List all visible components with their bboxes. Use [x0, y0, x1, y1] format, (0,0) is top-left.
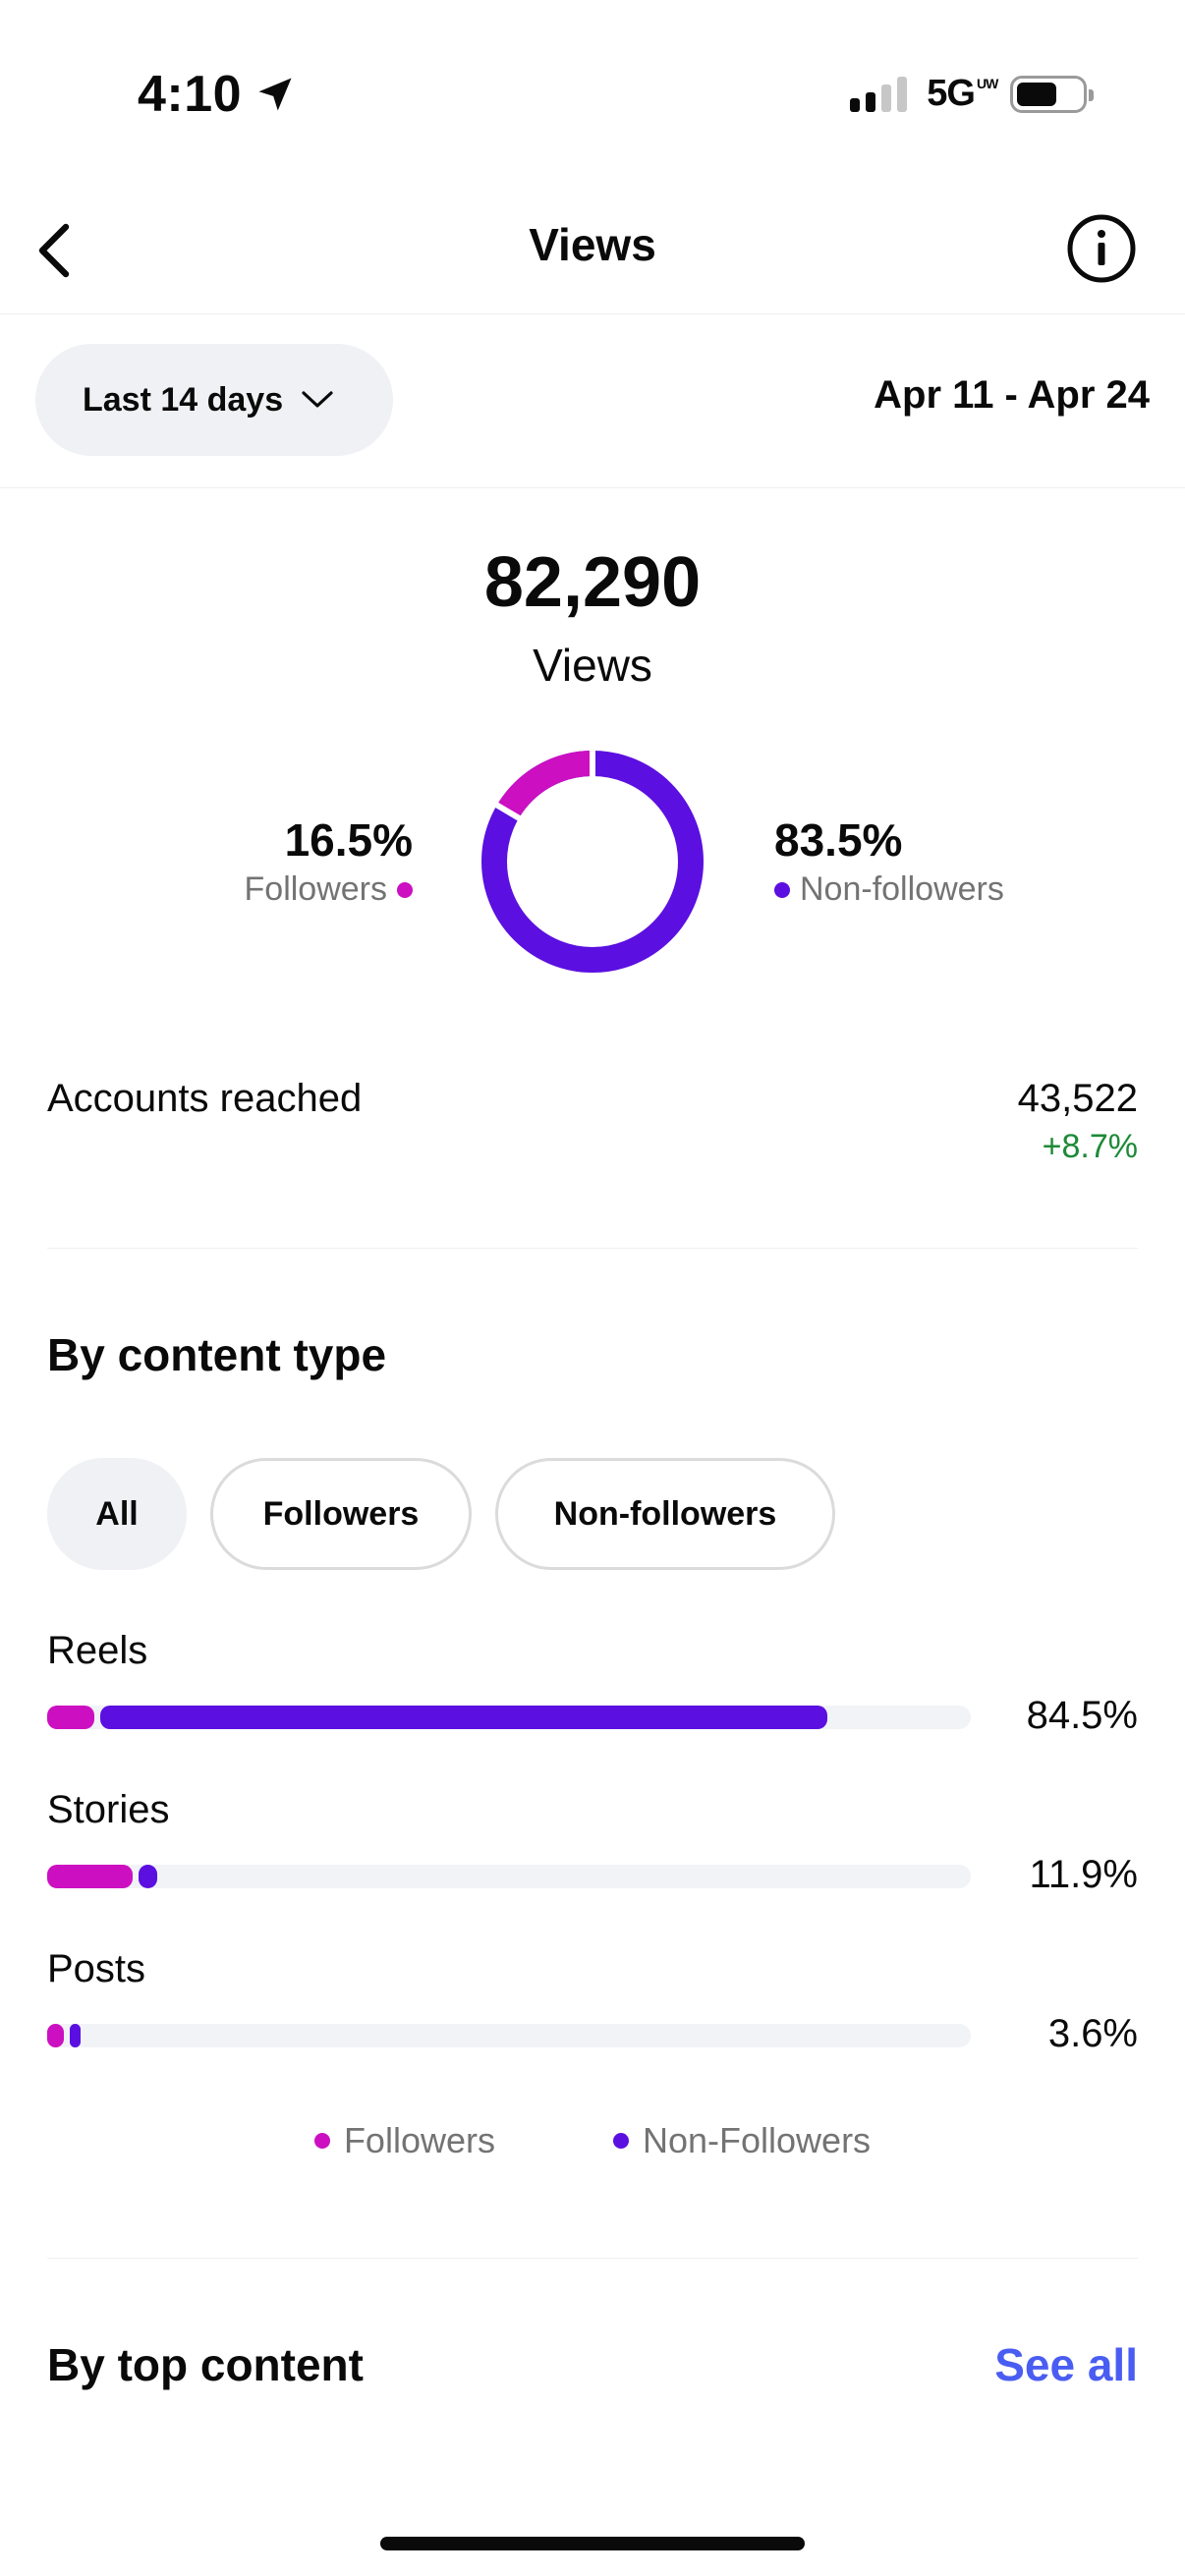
date-range-label: Last 14 days: [83, 380, 284, 419]
see-all-link[interactable]: See all: [994, 2338, 1138, 2391]
views-insights-screen: 4:10 5G UW Views Last 14 days Apr 11 - A…: [0, 0, 1185, 2576]
followers-share: 16.5% Followers: [245, 813, 413, 909]
status-time-text: 4:10: [138, 66, 243, 123]
views-donut-chart: [481, 751, 704, 973]
audience-filter-chips: All Followers Non-followers: [47, 1458, 835, 1570]
network-badge: UW: [977, 76, 998, 91]
divider: [47, 2258, 1138, 2259]
followers-label: Followers: [244, 870, 387, 908]
chip-followers[interactable]: Followers: [210, 1458, 472, 1570]
content-row-pct-posts: 3.6%: [1047, 2012, 1138, 2055]
accounts-reached-change: +8.7%: [1042, 1128, 1138, 1165]
content-row-pct-reels: 84.5%: [1026, 1694, 1138, 1737]
content-row-label-reels: Reels: [47, 1629, 148, 1672]
non-followers-share: 83.5% Non-followers: [774, 813, 1004, 909]
divider: [47, 1248, 1138, 1249]
content-row-label-posts: Posts: [47, 1947, 146, 1990]
legend-dot-non-followers: [612, 2133, 629, 2149]
status-icons: 5G UW: [850, 73, 1094, 115]
bar-segment-followers: [47, 1865, 134, 1888]
bar-segment-followers: [47, 2024, 64, 2047]
donut-followers-arc: [496, 751, 593, 819]
date-range-text: Apr 11 - Apr 24: [874, 373, 1150, 417]
chevron-down-icon: [302, 391, 333, 408]
content-bar-stories: [47, 1865, 971, 1888]
followers-percent: 16.5%: [284, 814, 413, 866]
page-title: Views: [529, 219, 656, 270]
bar-segment-non-followers: [69, 2024, 81, 2047]
non-followers-percent: 83.5%: [774, 814, 903, 866]
legend-label-non-followers: Non-Followers: [642, 2120, 872, 2160]
bar-segment-non-followers: [139, 1865, 157, 1888]
date-range-dropdown[interactable]: Last 14 days: [35, 344, 393, 456]
non-followers-dot: [774, 881, 790, 898]
divider: [0, 487, 1185, 488]
followers-legend: Followers: [245, 870, 413, 909]
bar-segment-followers: [47, 1706, 94, 1729]
content-type-title: By content type: [47, 1329, 387, 1380]
content-bar-posts: [47, 2024, 971, 2047]
followers-dot: [397, 881, 413, 898]
status-time: 4:10: [138, 65, 297, 124]
battery-icon: [1010, 75, 1094, 113]
chip-non-followers[interactable]: Non-followers: [495, 1458, 835, 1570]
total-views: 82,290: [483, 543, 702, 622]
accounts-reached-label: Accounts reached: [47, 1077, 363, 1120]
network-label: 5G: [927, 73, 976, 114]
location-arrow-icon: [258, 78, 292, 111]
content-row-pct-stories: 11.9%: [1029, 1853, 1138, 1896]
non-followers-label: Non-followers: [800, 870, 1004, 908]
total-views-label: Views: [533, 640, 652, 691]
top-content-title: By top content: [47, 2339, 364, 2390]
legend-item-followers: Followers: [313, 2120, 495, 2161]
home-indicator[interactable]: [380, 2537, 805, 2550]
network-indicator: 5G UW: [927, 73, 998, 115]
signal-icon: [850, 76, 908, 112]
content-type-legend: Followers Non-Followers: [0, 2120, 1185, 2161]
legend-label-followers: Followers: [343, 2120, 495, 2160]
non-followers-legend: Non-followers: [774, 870, 1004, 909]
nav-bar: Views: [0, 196, 1185, 314]
accounts-reached-value: 43,522: [1017, 1077, 1138, 1120]
content-row-label-stories: Stories: [47, 1788, 170, 1831]
content-bar-reels: [47, 1706, 971, 1729]
legend-item-non-followers: Non-Followers: [612, 2120, 872, 2161]
info-circle-icon[interactable]: [1065, 212, 1138, 285]
bar-segment-non-followers: [99, 1706, 828, 1729]
chip-all[interactable]: All: [47, 1458, 187, 1570]
legend-dot-followers: [313, 2133, 330, 2149]
